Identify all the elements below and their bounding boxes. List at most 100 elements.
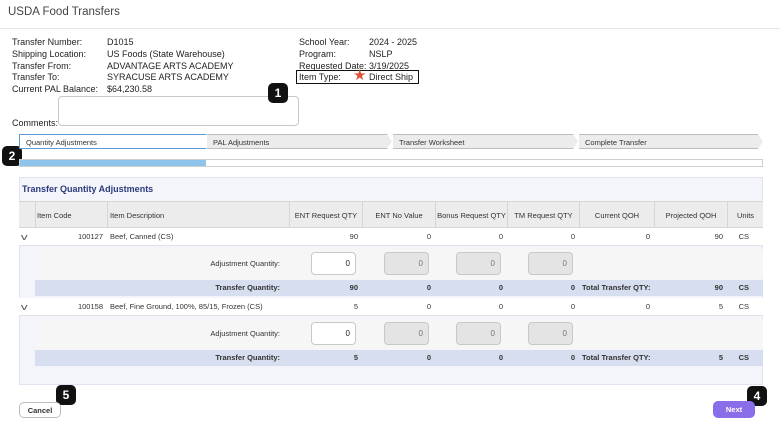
info-label: Program:: [299, 48, 337, 59]
column-divider: [35, 202, 36, 229]
info-value: NSLP: [369, 48, 393, 59]
total-transfer-label: Total Transfer QTY:: [582, 353, 651, 362]
item-code: 100127: [77, 232, 103, 241]
item-description: Beef, Fine Ground, 100%, 85/15, Frozen (…: [110, 302, 263, 311]
bonus-request-qty: 0: [498, 232, 503, 241]
info-row-pal-balance: Current PAL Balance: $64,230.58: [12, 84, 234, 96]
adjustment-quantity-input[interactable]: 0: [311, 252, 356, 275]
ent-request-qty: 90: [349, 232, 358, 241]
current-qoh: 0: [645, 302, 650, 311]
wizard-progress-bar: [19, 159, 763, 167]
col-item-description: Item Description: [110, 211, 165, 220]
adjustment-input-disabled: 0: [528, 322, 573, 345]
progress-fill: [20, 160, 206, 166]
total-transfer-units: CS: [738, 353, 749, 362]
info-value: US Foods (State Warehouse): [107, 48, 225, 59]
units: CS: [738, 302, 749, 311]
transfer-quantity-label: Transfer Quantity:: [215, 283, 280, 292]
transfer-quantity-row: Transfer Quantity: 90 0 0 0 Total Transf…: [35, 280, 763, 296]
transfer-qty-ent: 90: [349, 283, 358, 292]
transfer-qty-tm: 0: [570, 283, 575, 292]
wizard-steps: Quantity Adjustments PAL Adjustments Tra…: [19, 134, 763, 149]
transfer-qty-tm: 0: [570, 353, 575, 362]
transfer-quantity-row: Transfer Quantity: 5 0 0 0 Total Transfe…: [35, 350, 763, 366]
info-label: Transfer From:: [12, 60, 72, 71]
total-transfer-units: CS: [738, 283, 749, 292]
col-units: Units: [736, 211, 755, 220]
col-bonus-request-qty: Bonus Request QTY: [437, 211, 506, 220]
col-item-code: Item Code: [37, 211, 72, 220]
comments-textarea[interactable]: [58, 96, 299, 126]
total-transfer-value: 90: [714, 283, 723, 292]
transfer-qty-no-value: 0: [426, 283, 431, 292]
step-complete-transfer[interactable]: Complete Transfer: [579, 134, 763, 149]
info-label: Transfer To:: [12, 72, 60, 83]
adjustment-label: Adjustment Quantity:: [210, 259, 280, 268]
comments-label: Comments:: [12, 118, 59, 128]
info-row-transfer-number: Transfer Number: D1015: [12, 37, 234, 49]
units: CS: [738, 232, 749, 241]
info-label: Current PAL Balance:: [12, 84, 99, 95]
adjustment-row: Adjustment Quantity: 0 0 0 0: [35, 319, 763, 349]
transfer-qty-no-value: 0: [426, 353, 431, 362]
adjustment-input-disabled: 0: [456, 252, 501, 275]
page-title: USDA Food Transfers: [8, 6, 120, 18]
info-value: 2024 - 2025: [369, 37, 418, 47]
projected-qoh: 5: [718, 302, 723, 311]
info-value: D1015: [107, 37, 134, 47]
callout-badge-1: 1: [268, 83, 288, 103]
info-row-program: Program: NSLP: [299, 49, 417, 61]
info-label: School Year:: [299, 37, 350, 47]
ent-request-qty: 5: [353, 302, 358, 311]
bonus-request-qty: 0: [498, 302, 503, 311]
info-row-shipping-location: Shipping Location: US Foods (State Wareho…: [12, 49, 234, 61]
section-title: Transfer Quantity Adjustments: [22, 184, 154, 194]
col-tm-request-qty: TM Request QTY: [514, 211, 573, 220]
table-header: Item Code Item Description ENT Request Q…: [19, 201, 763, 229]
adjustment-input-disabled: 0: [384, 322, 429, 345]
item-description: Beef, Canned (CS): [110, 232, 174, 241]
info-value: SYRACUSE ARTS ACADEMY: [107, 72, 229, 83]
info-row-transfer-from: Transfer From: ADVANTAGE ARTS ACADEMY: [12, 61, 234, 73]
projected-qoh: 90: [714, 232, 723, 241]
info-label: Transfer Number:: [12, 37, 83, 47]
adjustment-label: Adjustment Quantity:: [210, 329, 280, 338]
transfer-quantity-label: Transfer Quantity:: [215, 353, 280, 362]
col-ent-no-value: ENT No Value: [375, 211, 423, 220]
info-value: ADVANTAGE ARTS ACADEMY: [107, 60, 234, 71]
total-transfer-value: 5: [718, 353, 723, 362]
table-row[interactable]: v 100127 Beef, Canned (CS) 90 0 0 0 0 90…: [19, 228, 763, 246]
tm-request-qty: 0: [570, 302, 575, 311]
column-divider: [107, 202, 108, 229]
step-pal-adjustments[interactable]: PAL Adjustments: [207, 134, 392, 149]
adjustment-input-disabled: 0: [456, 322, 501, 345]
col-ent-request-qty: ENT Request QTY: [294, 211, 358, 220]
current-qoh: 0: [645, 232, 650, 241]
tm-request-qty: 0: [570, 232, 575, 241]
adjustment-input-disabled: 0: [528, 252, 573, 275]
transfer-qty-bonus: 0: [498, 283, 503, 292]
adjustment-quantity-input[interactable]: 0: [311, 322, 356, 345]
adjustment-input-disabled: 0: [384, 252, 429, 275]
cancel-button[interactable]: Cancel: [19, 402, 61, 418]
transfer-qty-ent: 5: [353, 353, 358, 362]
next-button[interactable]: Next: [713, 401, 755, 418]
total-transfer-label: Total Transfer QTY:: [582, 283, 651, 292]
item-code: 100158: [77, 302, 103, 311]
ent-no-value: 0: [426, 232, 431, 241]
info-row-transfer-to: Transfer To: SYRACUSE ARTS ACADEMY: [12, 72, 234, 84]
adjustment-row: Adjustment Quantity: 0 0 0 0: [35, 249, 763, 279]
transfer-info-left: Transfer Number: D1015 Shipping Location:…: [12, 37, 234, 96]
col-projected-qoh: Projected QOH: [665, 211, 717, 220]
step-quantity-adjustments[interactable]: Quantity Adjustments: [19, 134, 211, 149]
star-icon: ★: [353, 67, 367, 84]
info-row-school-year: School Year: 2024 - 2025: [299, 37, 417, 49]
ent-no-value: 0: [426, 302, 431, 311]
transfer-qty-bonus: 0: [498, 353, 503, 362]
header-divider: [0, 28, 780, 29]
col-current-qoh: Current QOH: [594, 211, 640, 220]
info-value: $64,230.58: [107, 84, 153, 95]
table-row[interactable]: v 100158 Beef, Fine Ground, 100%, 85/15,…: [19, 298, 763, 316]
info-label: Shipping Location:: [12, 48, 87, 59]
step-transfer-worksheet[interactable]: Transfer Worksheet: [393, 134, 578, 149]
